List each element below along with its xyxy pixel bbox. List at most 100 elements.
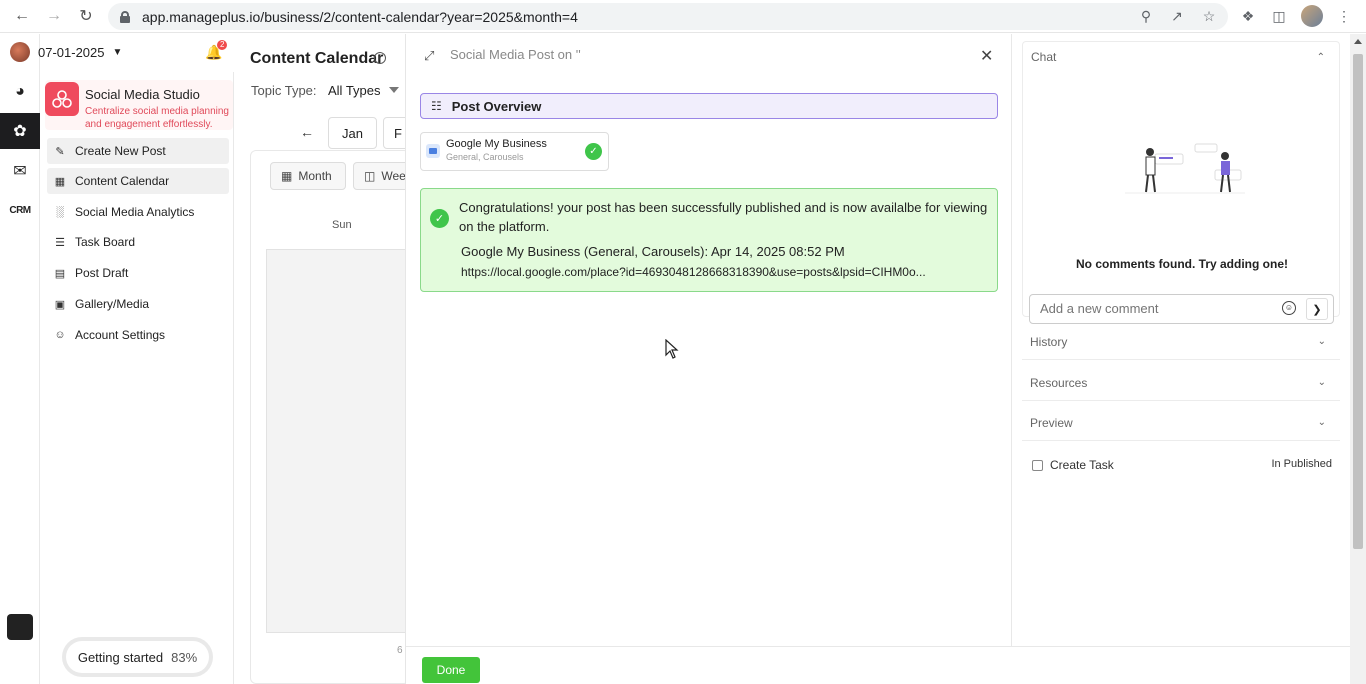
reload-icon[interactable]: ↻ [74, 4, 98, 28]
chevron-up-icon[interactable]: ⌃ [1317, 52, 1325, 63]
view-month-label: Month [298, 169, 332, 183]
empty-chat-illustration-icon [1125, 143, 1245, 194]
sidebar-item-task-board[interactable]: ☰ Task Board [47, 229, 229, 255]
comment-input[interactable] [1040, 301, 1270, 316]
document-icon: ▤ [54, 267, 66, 280]
user-avatar[interactable] [7, 614, 33, 640]
emoji-icon[interactable]: ☺ [1282, 301, 1296, 315]
view-month-button[interactable]: ▦ Month [270, 162, 346, 190]
getting-started-label: Getting started [77, 649, 164, 665]
address-bar[interactable]: app.manageplus.io/business/2/content-cal… [108, 3, 1228, 30]
sidebar-item-label: Social Media Analytics [75, 205, 195, 219]
chat-title: Chat [1031, 50, 1057, 64]
grid-icon: ▦ [281, 169, 293, 183]
prev-arrow-icon[interactable]: ← [300, 124, 314, 140]
preview-section[interactable]: Preview ⌄ [1022, 407, 1340, 441]
forward-arrow-icon[interactable]: → [42, 4, 66, 28]
send-button[interactable]: ❯ [1306, 298, 1328, 320]
scroll-up-icon[interactable] [1354, 39, 1362, 44]
chat-section: Chat ⌃ No comments found. Try adding one… [1022, 41, 1340, 324]
studio-title: Social Media Studio [85, 87, 200, 102]
sidebar: Social Media Studio Centralize social me… [41, 72, 234, 684]
sidebar-item-create-new-post[interactable]: ✎ Create New Post [47, 138, 229, 164]
create-task-label: Create Task [1050, 458, 1114, 472]
view-week-label: Wee [381, 169, 406, 183]
expand-icon[interactable]: ⤢ [424, 48, 434, 64]
post-overview-label: Post Overview [451, 98, 542, 114]
comment-box: ☺ ❯ [1029, 294, 1334, 324]
browser-menu-icon[interactable]: ⋮ [1333, 5, 1355, 27]
bar-chart-icon: ░ [56, 206, 64, 218]
topic-type-label: Topic Type: [251, 83, 317, 98]
chevron-down-icon: ⌄ [1317, 417, 1326, 428]
history-title: History [1030, 335, 1068, 349]
topic-type-select[interactable]: All Types [328, 83, 381, 98]
post-link[interactable]: https://local.google.com/place?id=469304… [461, 265, 991, 279]
scroll-thumb[interactable] [1353, 54, 1363, 549]
google-my-business-icon [426, 144, 440, 158]
right-panel: Chat ⌃ No comments found. Try adding one… [1022, 34, 1342, 646]
create-task-checkbox[interactable] [1032, 460, 1043, 471]
date-selector[interactable]: 07-01-2025 ▼ [10, 42, 122, 62]
calendar-cell[interactable] [266, 249, 406, 633]
columns-icon: ◫ [364, 169, 376, 183]
done-button[interactable]: Done [422, 657, 480, 683]
success-message: Congratulations! your post has been succ… [459, 200, 988, 234]
media-rail-icon[interactable]: ✉ [0, 153, 40, 189]
platform-sub: General, Carousels [446, 152, 524, 162]
sidebar-item-gallery-media[interactable]: ▣ Gallery/Media [47, 291, 229, 317]
bookmark-star-icon[interactable]: ☆ [1198, 5, 1220, 27]
getting-started-button[interactable]: Getting started 83% [66, 641, 209, 673]
edit-icon: ✎ [55, 145, 65, 158]
mouse-cursor-icon [665, 339, 679, 359]
post-modal: ⤢ Social Media Post on '' ✕ ☷ Post Overv… [405, 34, 1351, 684]
post-overview-tab[interactable]: ☷ Post Overview [420, 93, 998, 119]
month-tab-jan[interactable]: Jan [328, 117, 377, 149]
check-circle-icon: ✓ [430, 209, 449, 228]
app-rail: ◕ ✿ ✉ CRM [0, 34, 40, 684]
crm-rail-icon[interactable]: CRM [0, 192, 40, 228]
share-icon[interactable]: ↗ [1166, 5, 1188, 27]
close-icon[interactable]: ✕ [980, 46, 993, 66]
success-platform-line: Google My Business (General, Carousels):… [461, 244, 845, 259]
view-week-button[interactable]: ◫ Wee [353, 162, 413, 190]
sidebar-item-label: Create New Post [75, 144, 166, 158]
extensions-puzzle-icon[interactable]: ❖ [1237, 5, 1259, 27]
status-badge: In Published [1271, 458, 1332, 470]
sidebar-item-content-calendar[interactable]: ▦ Content Calendar [47, 168, 229, 194]
sidebar-item-post-draft[interactable]: ▤ Post Draft [47, 260, 229, 286]
calendar-icon: ▦ [54, 175, 66, 188]
resources-section[interactable]: Resources ⌄ [1022, 367, 1340, 401]
create-task-row: Create Task In Published [1022, 452, 1340, 478]
sidebar-item-label: Content Calendar [75, 174, 170, 188]
side-panel-icon[interactable]: ◫ [1268, 5, 1290, 27]
chevron-down-icon: ⌄ [1317, 336, 1326, 347]
no-comments-text: No comments found. Try adding one! [1075, 257, 1288, 271]
history-section[interactable]: History ⌄ [1022, 326, 1340, 360]
platform-card[interactable]: Google My Business General, Carousels ✓ [420, 132, 609, 171]
profile-avatar[interactable] [1301, 5, 1323, 27]
date-text: 07-01-2025 [38, 44, 105, 60]
list-icon: ☰ [55, 236, 65, 249]
dashboard-gauge-icon[interactable]: ◕ [0, 74, 40, 110]
modal-main: ⤢ Social Media Post on '' ✕ ☷ Post Overv… [406, 34, 1012, 646]
preview-title: Preview [1030, 416, 1073, 430]
check-circle-icon: ✓ [585, 143, 602, 160]
page-title: Content Calendar [250, 50, 384, 67]
studio-rail-icon[interactable]: ✿ [0, 113, 40, 149]
lock-icon [120, 10, 130, 23]
sidebar-item-account-settings[interactable]: ☺ Account Settings [47, 322, 229, 348]
day-header-sun: Sun [332, 219, 352, 231]
scrollbar[interactable] [1350, 34, 1366, 684]
image-icon: ▣ [54, 298, 66, 311]
sidebar-item-social-media-analytics[interactable]: ░ Social Media Analytics [47, 199, 229, 225]
platform-name: Google My Business [446, 138, 547, 150]
studio-subtitle: Centralize social media planning and eng… [85, 106, 229, 130]
modal-footer: Done [406, 646, 1351, 684]
back-arrow-icon[interactable]: ← [10, 4, 34, 28]
zoom-icon[interactable]: ⚲ [1135, 5, 1157, 27]
info-icon[interactable]: i [374, 52, 386, 64]
resources-title: Resources [1030, 376, 1088, 390]
search-document-icon: ☷ [431, 99, 442, 113]
notification-badge: 2 [217, 40, 228, 50]
